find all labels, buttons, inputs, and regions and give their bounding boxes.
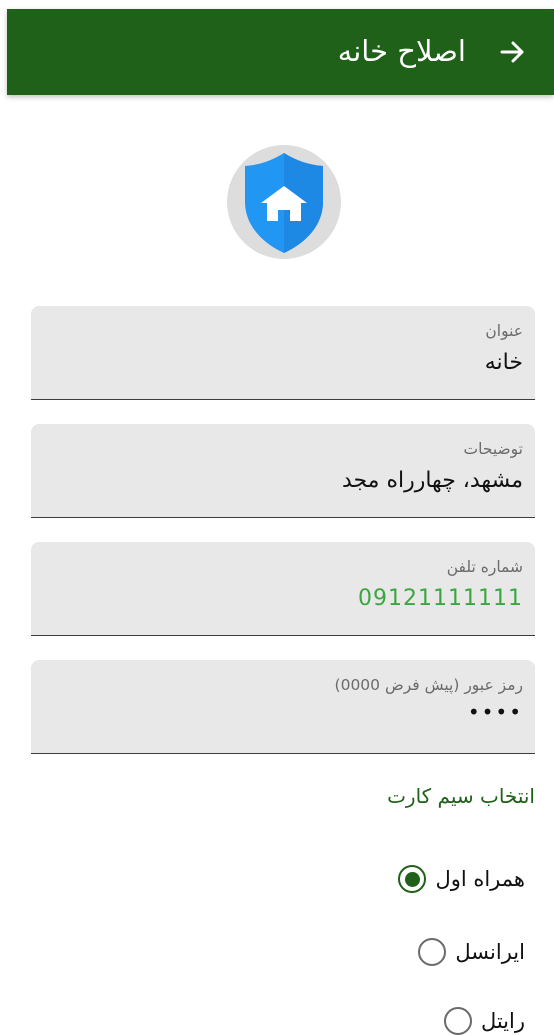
page-title: اصلاح خانه [337,34,466,68]
description-field-label: توضیحات [463,440,523,458]
phone-field[interactable]: شماره تلفن 09121111111 [31,542,535,636]
password-field-value[interactable]: •••• [468,700,523,724]
sim-section-title: انتخاب سیم کارت [387,784,535,808]
home-shield-icon [227,145,341,259]
arrow-forward-icon-graphic [500,41,524,63]
password-field-label: رمز عبور (پیش فرض 0000) [334,676,523,694]
password-field[interactable]: رمز عبور (پیش فرض 0000) •••• [31,660,535,754]
title-field-value[interactable]: خانه [485,350,523,375]
phone-field-label: شماره تلفن [446,558,523,576]
sim-option-label: رایتل [480,1009,525,1033]
description-field[interactable]: توضیحات مشهد، چهارراه مجد [31,424,535,518]
sim-option-label: همراه اول [435,867,525,891]
radio-unchecked-icon[interactable] [418,938,447,966]
sim-option-rightel[interactable]: رایتل [443,1004,525,1035]
sim-option-irancell[interactable]: ایرانسل [418,935,525,969]
sim-option-label: ایرانسل [455,940,525,964]
app-bar: اصلاح خانه [7,9,554,95]
radio-dot [404,871,420,887]
radio-unchecked-icon[interactable] [443,1007,472,1035]
edit-home-screen: اصلاح خانه عنوان خانه توضیحات مشهد، چهار… [0,0,554,1035]
title-field-label: عنوان [485,322,523,340]
description-field-value[interactable]: مشهد، چهارراه مجد [342,468,523,493]
sim-option-hamrah-aval[interactable]: همراه اول [398,862,525,896]
arrow-forward-icon[interactable] [492,32,532,72]
radio-checked-icon[interactable] [398,865,427,893]
phone-field-value[interactable]: 09121111111 [358,586,523,611]
title-field[interactable]: عنوان خانه [31,306,535,400]
